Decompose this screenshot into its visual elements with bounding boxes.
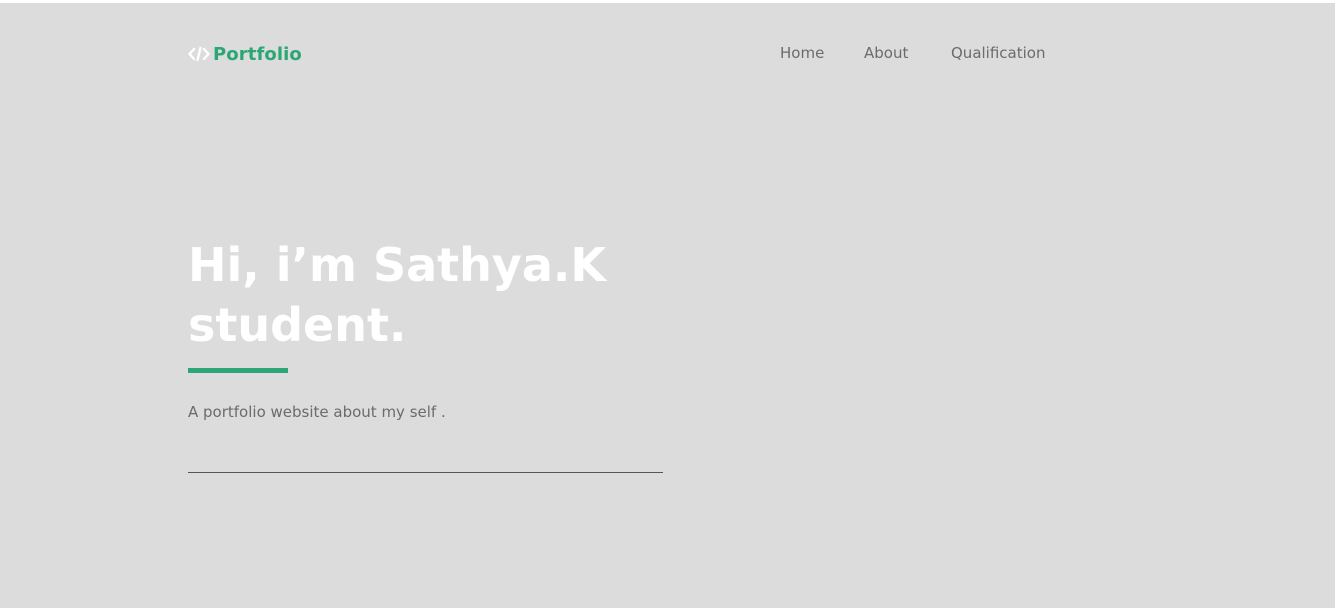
hero-subtitle: A portfolio website about my self . — [188, 403, 446, 421]
hero-title: Hi, i’m Sathya.K student. — [188, 235, 606, 355]
nav-about[interactable]: About — [864, 44, 908, 62]
code-brackets-icon — [188, 45, 210, 63]
logo-link[interactable]: Portfolio — [188, 42, 302, 66]
hero-title-line1: Hi, i’m Sathya.K — [188, 238, 606, 292]
logo-text: Portfolio — [213, 43, 302, 65]
nav-qualification[interactable]: Qualification — [951, 44, 1045, 62]
accent-underline — [188, 368, 288, 373]
page-background: Portfolio Home About Qualification Hi, i… — [0, 3, 1335, 608]
nav-home[interactable]: Home — [780, 44, 824, 62]
hero-title-line2: student. — [188, 298, 407, 352]
divider-line — [188, 472, 663, 473]
